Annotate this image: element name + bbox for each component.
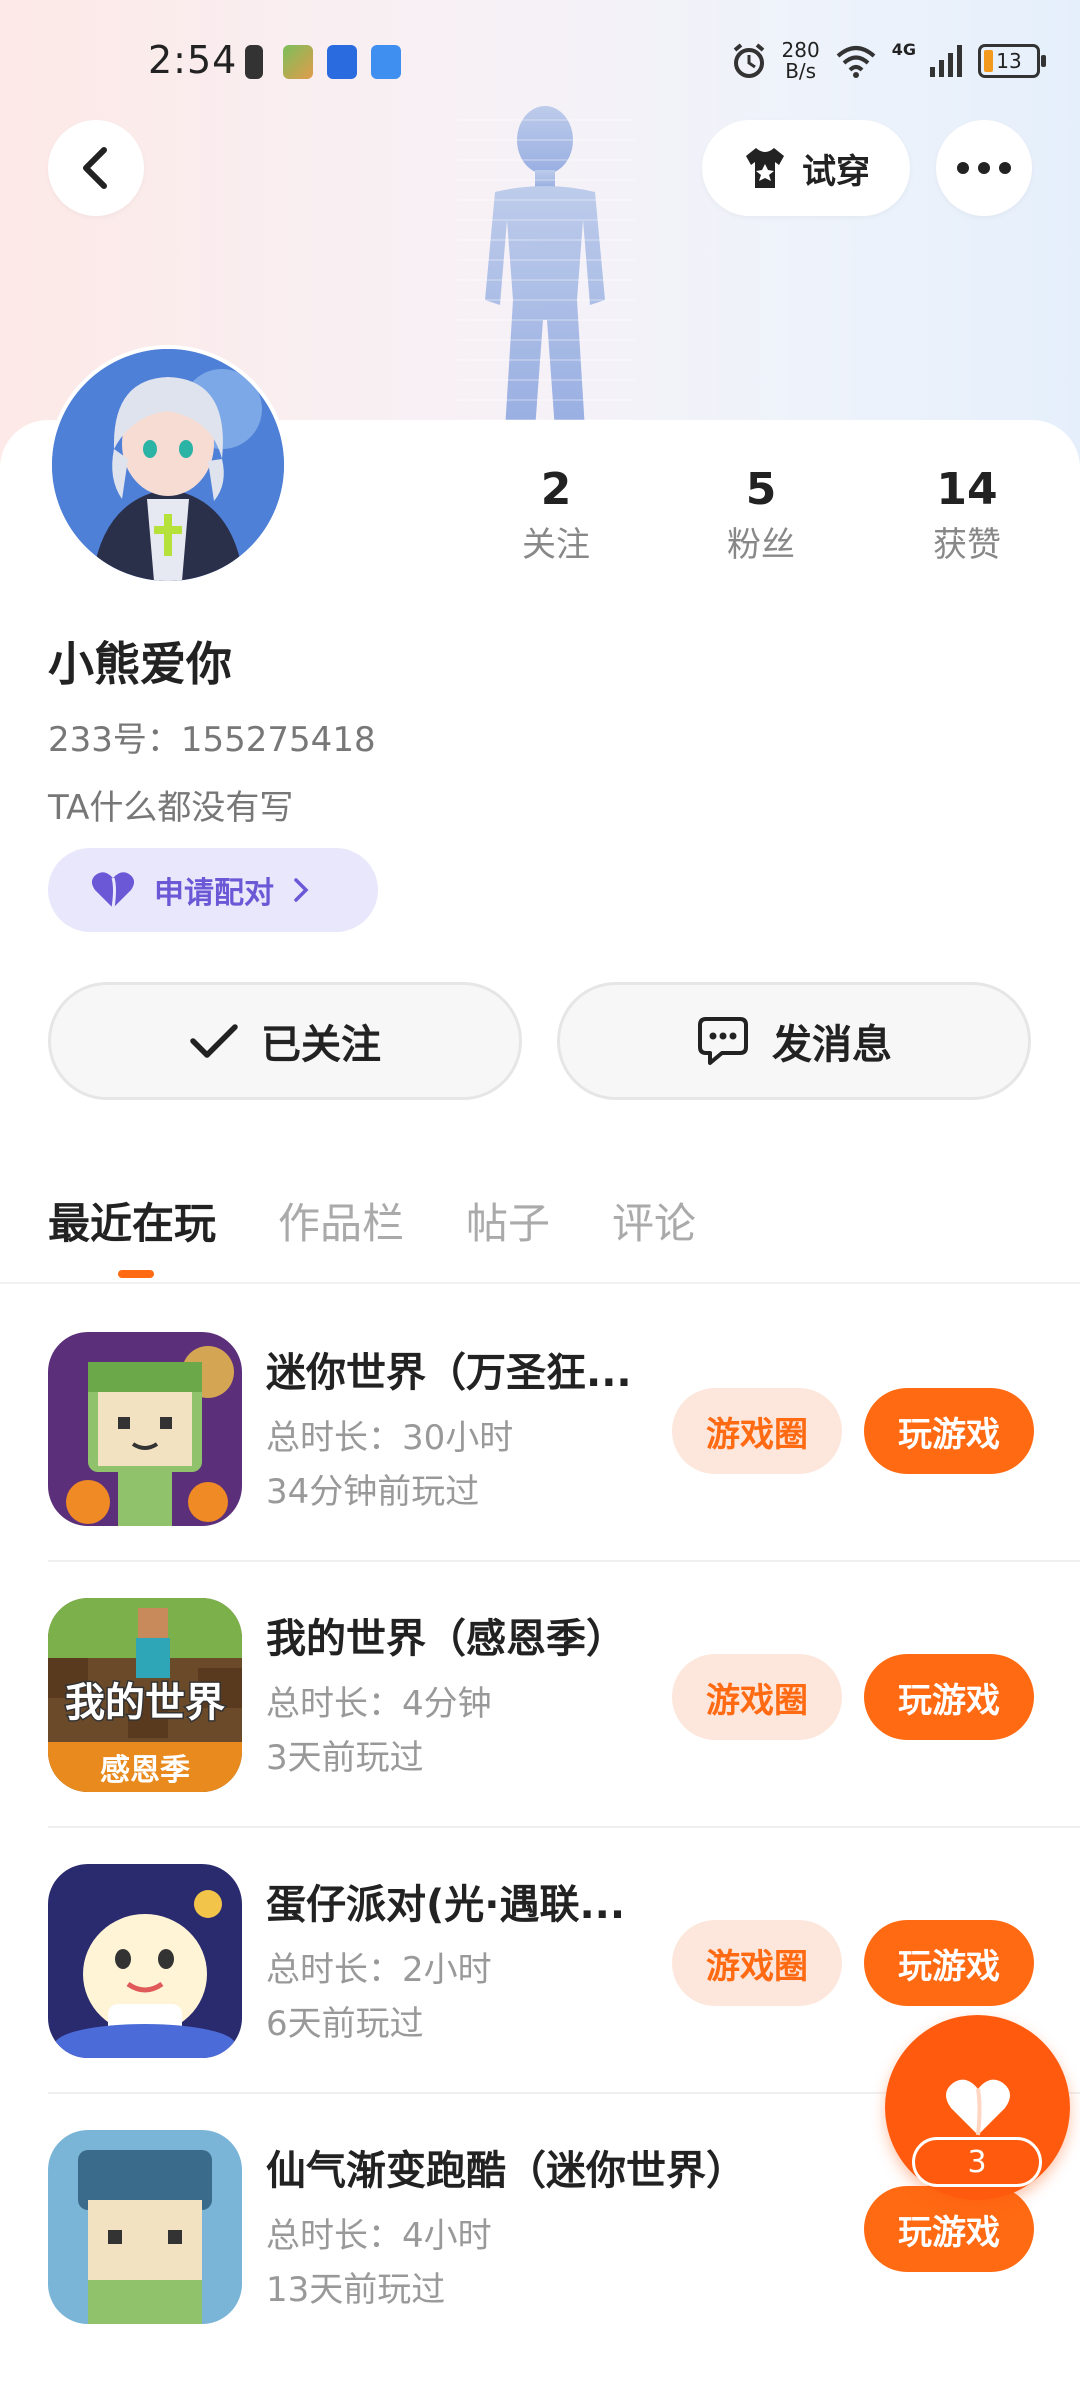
- game-last-played: 34分钟前玩过: [266, 1472, 480, 1512]
- play-game-button[interactable]: 玩游戏: [864, 1654, 1034, 1740]
- user-id: 233号：155275418: [48, 720, 376, 760]
- avatar[interactable]: [48, 345, 288, 585]
- signal-icon: [930, 45, 962, 77]
- tab-comments[interactable]: 评论: [612, 1190, 696, 1251]
- chevron-left-icon: [83, 147, 107, 189]
- alarm-icon: [733, 43, 764, 78]
- following-stat[interactable]: 2 关注: [476, 462, 636, 568]
- tshirt-icon: [746, 148, 784, 188]
- request-pair-label: 申请配对: [154, 876, 274, 911]
- play-game-button[interactable]: 玩游戏: [864, 1388, 1034, 1474]
- game-icon-parkour[interactable]: [48, 2130, 242, 2324]
- heart-icon: [945, 2079, 1010, 2135]
- game-icon-minecraft[interactable]: 我的世界 感恩季: [48, 1598, 242, 1792]
- status-bar: 2:54 280 B/s 4G 13: [0, 0, 1080, 125]
- status-time: 2:54: [148, 38, 238, 82]
- fans-stat[interactable]: 5 粉丝: [681, 462, 841, 568]
- followed-label: 已关注: [261, 1022, 381, 1068]
- like-count-badge: 3: [912, 2137, 1042, 2187]
- svg-text:我的世界: 我的世界: [65, 1680, 225, 1726]
- game-title: 我的世界（感恩季）: [266, 1616, 626, 1662]
- wifi-icon: [836, 46, 876, 78]
- tab-posts[interactable]: 帖子: [466, 1190, 550, 1251]
- following-count: 2: [540, 464, 572, 515]
- tab-works[interactable]: 作品栏: [278, 1190, 404, 1251]
- game-duration: 总时长：2小时: [266, 1950, 492, 1990]
- chat-bubble-icon: [698, 1017, 748, 1065]
- svg-text:感恩季: 感恩季: [100, 1753, 190, 1788]
- send-message-button[interactable]: 发消息: [557, 982, 1031, 1100]
- play-game-button[interactable]: 玩游戏: [864, 1920, 1034, 2006]
- profile-tabs: 最近在玩 作品栏 帖子 评论: [48, 1190, 696, 1278]
- game-last-played: 3天前玩过: [266, 1738, 424, 1778]
- likes-count: 14: [936, 464, 998, 515]
- game-circle-button[interactable]: 游戏圈: [672, 1920, 842, 2006]
- bio: TA什么都没有写: [48, 788, 294, 828]
- network-type: 4G: [891, 40, 916, 59]
- chevron-right-icon: [294, 878, 309, 902]
- row-divider: [48, 1560, 1080, 1562]
- more-dots-icon: [957, 162, 1011, 174]
- active-tab-indicator: [118, 1270, 154, 1278]
- tabs-divider: [0, 1282, 1080, 1284]
- followed-button[interactable]: 已关注: [48, 982, 522, 1100]
- nickname: 小熊爱你: [48, 637, 232, 691]
- game-icon-mini-world-halloween[interactable]: [48, 1332, 242, 1526]
- likes-label: 获赞: [933, 525, 1001, 565]
- game-duration: 总时长：4小时: [266, 2216, 492, 2256]
- game-circle-button[interactable]: 游戏圈: [672, 1388, 842, 1474]
- game-row[interactable]: 我的世界 感恩季 我的世界（感恩季） 总时长：4分钟 3天前玩过 游戏圈 玩游戏: [48, 1598, 1080, 1864]
- game-circle-button[interactable]: 游戏圈: [672, 1654, 842, 1740]
- battery-saver-icon: [245, 45, 263, 79]
- network-speed: 280 B/s: [781, 38, 820, 83]
- system-status-icons: 280 B/s 4G 13: [730, 38, 1046, 83]
- battery-level: [984, 50, 993, 72]
- game-title: 仙气渐变跑酷（迷你世界）: [266, 2148, 746, 2194]
- tab-recently-played[interactable]: 最近在玩: [48, 1190, 216, 1278]
- fans-label: 粉丝: [727, 525, 795, 565]
- game-last-played: 6天前玩过: [266, 2004, 424, 2044]
- back-button[interactable]: [48, 120, 144, 216]
- game-duration: 总时长：4分钟: [266, 1684, 492, 1724]
- send-message-label: 发消息: [772, 1022, 892, 1068]
- request-pair-button[interactable]: 申请配对: [48, 848, 378, 932]
- heart-pair-icon: [91, 872, 135, 909]
- likes-stat[interactable]: 14 获赞: [887, 462, 1047, 568]
- try-on-button[interactable]: 试穿: [702, 120, 910, 216]
- row-divider: [48, 1826, 1080, 1828]
- game-row[interactable]: 迷你世界（万圣狂... 总时长：30小时 34分钟前玩过 游戏圈 玩游戏: [48, 1332, 1080, 1598]
- game-duration: 总时长：30小时: [266, 1418, 514, 1458]
- more-button[interactable]: [936, 120, 1032, 216]
- bulb-app-notification-icon: [327, 45, 357, 79]
- play-game-button[interactable]: 玩游戏: [864, 2186, 1034, 2272]
- following-label: 关注: [522, 525, 590, 565]
- game-title: 蛋仔派对(光·遇联...: [266, 1882, 626, 1928]
- cloud-app-notification-icon: [371, 45, 401, 79]
- game-title: 迷你世界（万圣狂...: [266, 1350, 632, 1396]
- fans-count: 5: [745, 464, 777, 515]
- notification-icons: [245, 45, 401, 79]
- game-icon-eggy-party[interactable]: [48, 1864, 242, 2058]
- battery-indicator: 13: [978, 44, 1046, 78]
- try-on-label: 试穿: [802, 151, 870, 192]
- check-icon: [190, 1024, 238, 1058]
- game-last-played: 13天前玩过: [266, 2270, 446, 2310]
- avatar-image: [52, 349, 284, 581]
- game-app-notification-icon: [283, 45, 313, 79]
- avatar-3d-model-silhouette: [455, 106, 635, 430]
